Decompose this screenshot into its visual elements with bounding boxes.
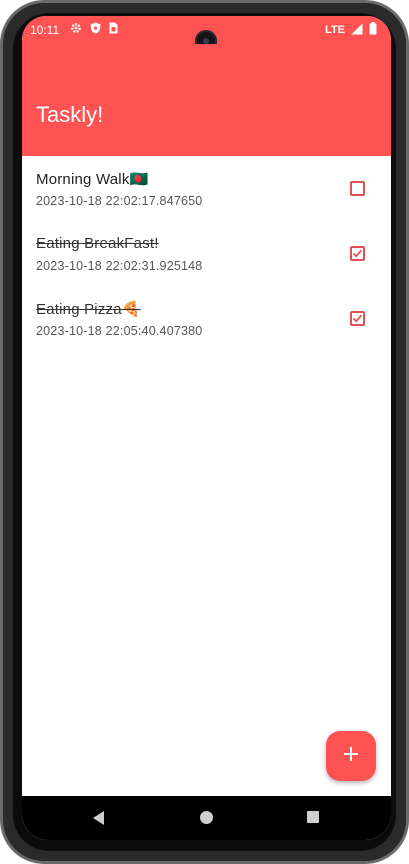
task-title: Morning Walk🇧🇩 — [36, 171, 149, 188]
back-icon[interactable] — [92, 810, 106, 831]
shield-icon — [90, 22, 101, 37]
task-checkbox-checked[interactable] — [350, 246, 365, 261]
app-title: Taskly! — [36, 102, 104, 127]
task-checkbox-checked[interactable] — [350, 311, 365, 326]
task-checkbox-unchecked[interactable] — [350, 181, 365, 196]
task-date: 2023-10-18 22:05:40.407380 — [36, 324, 203, 338]
add-task-button[interactable] — [326, 731, 376, 781]
task-title: Eating BreakFast! — [36, 235, 159, 252]
status-icons-left — [70, 22, 118, 37]
signal-icon — [351, 23, 363, 38]
status-time: 10:11 — [30, 23, 60, 37]
battery-icon — [369, 22, 377, 38]
recents-icon[interactable] — [306, 810, 320, 829]
task-date: 2023-10-18 22:02:31.925148 — [36, 259, 203, 273]
task-date: 2023-10-18 22:02:17.847650 — [36, 194, 203, 208]
task-item[interactable]: Morning Walk🇧🇩 2023-10-18 22:02:17.84765… — [22, 156, 391, 220]
gear-icon — [70, 22, 82, 37]
status-icons-right: LTE — [325, 22, 377, 38]
app-bar: Taskly! — [22, 44, 391, 156]
home-icon[interactable] — [199, 810, 214, 830]
navigation-bar — [22, 796, 391, 840]
plus-icon — [343, 746, 359, 767]
task-list: Morning Walk🇧🇩 2023-10-18 22:02:17.84765… — [22, 156, 391, 796]
network-type: LTE — [325, 24, 345, 36]
task-item[interactable]: Eating BreakFast! 2023-10-18 22:02:31.92… — [22, 221, 391, 285]
sim-card-icon — [109, 22, 118, 37]
task-item[interactable]: Eating Pizza🍕 2023-10-18 22:05:40.407380 — [22, 286, 391, 350]
app-screen: 10:11 LTE Taskly! Morning Walk🇧🇩 2023-10… — [22, 16, 391, 840]
task-title: Eating Pizza🍕 — [36, 301, 141, 318]
